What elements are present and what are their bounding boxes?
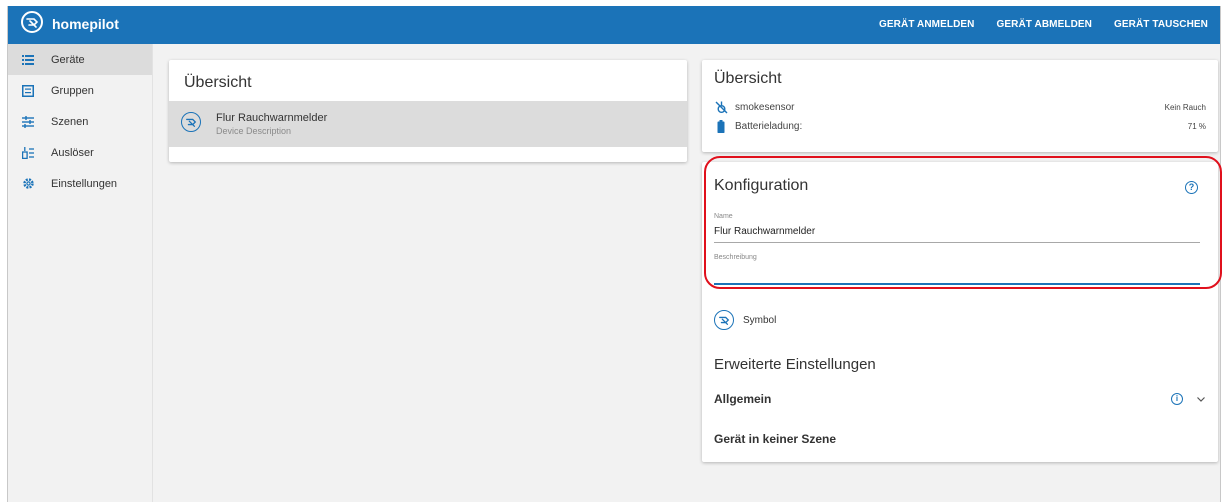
gear-icon <box>21 177 35 191</box>
overview-title: Übersicht <box>184 74 252 91</box>
sidebar-item-label: Szenen <box>51 115 89 128</box>
name-input[interactable] <box>714 210 1200 244</box>
device-status-card: Übersicht smokesensor Kein Rauch Batteri… <box>702 60 1218 152</box>
info-icon[interactable]: i <box>1171 393 1183 405</box>
device-symbol-icon <box>714 310 734 330</box>
no-scene-row[interactable]: Gerät in keiner Szene <box>714 429 1206 449</box>
general-label: Allgemein <box>714 392 772 406</box>
symbol-selector[interactable]: Symbol <box>714 310 776 330</box>
sidebar-item-label: Einstellungen <box>51 177 118 190</box>
device-description: Device Description <box>216 126 292 136</box>
configuration-card: Konfiguration ? Name Flur Rauchwarnmelde… <box>702 162 1218 462</box>
property-value: 71 % <box>1187 121 1206 131</box>
status-overview-title: Übersicht <box>714 70 782 87</box>
device-overview-card: Übersicht Flur Rauchwarnmelder Device De… <box>169 60 687 162</box>
replace-device-button[interactable]: GERÄT TAUSCHEN <box>1103 6 1220 44</box>
property-value: Kein Rauch <box>1164 102 1206 112</box>
device-symbol-icon <box>181 112 201 132</box>
sidebar-item-szenen[interactable]: Szenen <box>8 106 152 137</box>
sidebar-item-label: Geräte <box>51 53 85 66</box>
property-label: smokesensor <box>735 101 795 113</box>
list-icon <box>21 53 35 67</box>
description-input[interactable] <box>714 251 1200 285</box>
property-label: Batterieladung: <box>735 120 803 132</box>
homepilot-logo-icon <box>21 11 43 33</box>
sidebar-item-einstellungen[interactable]: Einstellungen <box>8 168 152 199</box>
symbol-label: Symbol <box>743 314 777 326</box>
top-navigation: GERÄT ANMELDEN GERÄT ABMELDEN GERÄT TAUS… <box>868 6 1220 44</box>
top-bar: homepilot GERÄT ANMELDEN GERÄT ABMELDEN … <box>8 6 1220 44</box>
battery-row: Batterieladung: 71 % <box>714 117 1206 135</box>
chevron-down-icon[interactable] <box>1196 394 1206 404</box>
sidebar-item-label: Auslöser <box>51 146 94 159</box>
sidebar-item-gruppen[interactable]: Gruppen <box>8 75 152 106</box>
advanced-settings-title: Erweiterte Einstellungen <box>714 356 876 373</box>
description-underline <box>714 283 1200 285</box>
device-name: Flur Rauchwarnmelder <box>216 112 328 124</box>
sidebar-item-label: Gruppen <box>51 84 94 97</box>
app-window: homepilot GERÄT ANMELDEN GERÄT ABMELDEN … <box>7 6 1221 502</box>
name-underline <box>714 242 1200 243</box>
sidebar: Geräte Gruppen Szenen Auslöser Einstellu… <box>8 44 153 502</box>
app-brand: homepilot <box>52 16 119 32</box>
battery-icon <box>714 119 728 133</box>
help-icon[interactable]: ? <box>1185 181 1198 194</box>
trigger-icon <box>21 146 35 160</box>
smoke-sensor-icon <box>714 100 728 114</box>
groups-icon <box>21 84 35 98</box>
general-accordion[interactable]: Allgemein i <box>714 389 1206 409</box>
scenes-icon <box>21 115 35 129</box>
sidebar-item-geraete[interactable]: Geräte <box>8 44 152 75</box>
unregister-device-button[interactable]: GERÄT ABMELDEN <box>986 6 1103 44</box>
list-item[interactable]: Flur Rauchwarnmelder Device Description <box>169 101 687 147</box>
configuration-title: Konfiguration <box>714 177 809 194</box>
main-content: Übersicht Flur Rauchwarnmelder Device De… <box>153 44 1220 502</box>
smoke-sensor-row: smokesensor Kein Rauch <box>714 98 1206 116</box>
sidebar-item-ausloeser[interactable]: Auslöser <box>8 137 152 168</box>
no-scene-label: Gerät in keiner Szene <box>714 432 837 446</box>
register-device-button[interactable]: GERÄT ANMELDEN <box>868 6 985 44</box>
